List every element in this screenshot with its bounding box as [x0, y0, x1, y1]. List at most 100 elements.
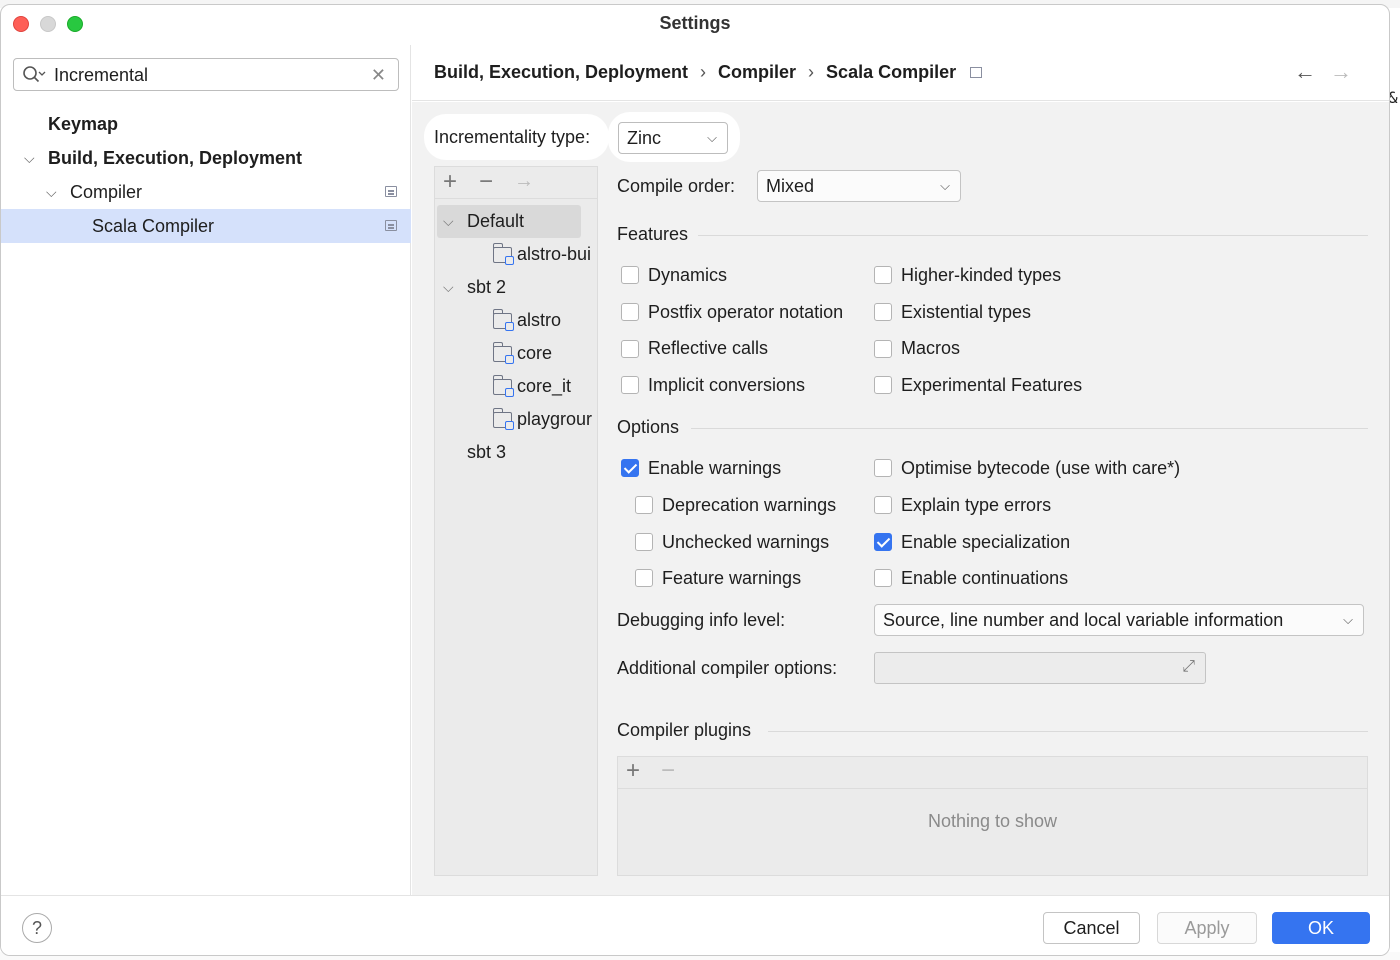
breadcrumb-item[interactable]: Build, Execution, Deployment — [434, 62, 688, 82]
deprecation-warnings-checkbox[interactable] — [635, 496, 653, 514]
settings-sidebar: ✕ Keymap ⌵ Build, Execution, Deployment … — [1, 45, 411, 895]
checkbox-label: Existential types — [901, 302, 1032, 322]
unchecked-warnings-checkbox[interactable] — [635, 533, 653, 551]
checkbox-label: Dynamics — [648, 265, 728, 285]
checkbox-label: Optimise bytecode (use with care*) — [901, 458, 1181, 478]
experimental-features-checkbox[interactable] — [874, 376, 892, 394]
feature-warnings-checkbox[interactable] — [635, 569, 653, 587]
search-icon — [22, 65, 46, 90]
compile-order-value: Mixed — [766, 176, 815, 196]
title-bar[interactable]: Settings — [1, 5, 1389, 45]
checkbox-label: Enable warnings — [648, 458, 782, 478]
sidebar-item-label: Compiler — [70, 182, 143, 202]
cancel-button[interactable]: Cancel — [1043, 912, 1140, 944]
macros-checkbox[interactable] — [874, 340, 892, 358]
forward-arrow-icon[interactable]: → — [1330, 59, 1352, 85]
module-folder-icon — [493, 408, 514, 430]
breadcrumb: Build, Execution, Deployment › Compiler › Sc… — [434, 62, 983, 83]
project-settings-icon — [385, 220, 397, 231]
profile-module-item[interactable]: playgrour — [435, 403, 599, 436]
existential-types-checkbox[interactable] — [874, 303, 892, 321]
checkbox-label: Deprecation warnings — [662, 495, 837, 515]
scala-compiler-settings: Incrementality type: Zinc ⌵ + − → ⌵ Defa… — [412, 102, 1389, 895]
profiles-toolbar: + − → — [435, 167, 597, 199]
dynamics-checkbox[interactable] — [621, 266, 639, 284]
sidebar-item-scala-compiler[interactable]: Scala Compiler — [1, 209, 411, 243]
checkbox-label: Enable continuations — [901, 568, 1069, 588]
additional-options-label: Additional compiler options: — [617, 658, 838, 678]
help-button[interactable]: ? — [22, 913, 52, 943]
postfix-operator-checkbox[interactable] — [621, 303, 639, 321]
checkbox-label: Macros — [901, 338, 961, 358]
profile-item-sbt-3[interactable]: sbt 3 — [435, 436, 599, 469]
implicit-conversions-checkbox[interactable] — [621, 376, 639, 394]
profile-module-item[interactable]: core — [435, 337, 599, 370]
profile-item-sbt-2[interactable]: ⌵ sbt 2 — [435, 271, 599, 304]
profile-label: sbt 2 — [467, 277, 507, 297]
compile-order-select[interactable]: Mixed ⌵ — [757, 170, 961, 202]
breadcrumb-item[interactable]: Compiler — [718, 62, 796, 82]
expand-icon[interactable]: ⤢ — [1182, 658, 1195, 676]
add-icon[interactable]: + — [443, 168, 457, 196]
module-folder-icon — [493, 342, 514, 364]
sidebar-item-build-execution-deployment[interactable]: ⌵ Build, Execution, Deployment — [1, 141, 411, 175]
optimise-bytecode-checkbox[interactable] — [874, 459, 892, 477]
chevron-down-icon[interactable]: ⌵ — [443, 205, 454, 238]
clear-search-icon[interactable]: ✕ — [371, 65, 386, 86]
profile-label: core — [517, 343, 553, 363]
profile-module-item[interactable]: alstro-bui — [435, 238, 599, 271]
back-arrow-icon[interactable]: ← — [1294, 59, 1316, 85]
module-folder-icon — [493, 243, 514, 265]
page-header: Build, Execution, Deployment › Compiler › Sc… — [412, 45, 1389, 101]
higher-kinded-types-checkbox[interactable] — [874, 266, 892, 284]
reflective-calls-checkbox[interactable] — [621, 340, 639, 358]
checkbox-label: Feature warnings — [662, 568, 802, 588]
settings-dialog: Settings ✕ Keymap ⌵ Build, Execution, De… — [0, 4, 1390, 956]
debugging-info-select[interactable]: Source, line number and local variable i… — [874, 604, 1364, 636]
compiler-plugins-list: + − Nothing to show — [617, 756, 1368, 876]
profile-label: core_it — [517, 376, 572, 396]
checkbox-label: Implicit conversions — [648, 375, 806, 395]
explain-type-errors-checkbox[interactable] — [874, 496, 892, 514]
breadcrumb-separator: › — [808, 62, 815, 82]
profile-label: sbt 3 — [467, 442, 507, 462]
sidebar-item-label: Keymap — [48, 114, 119, 134]
enable-specialization-checkbox[interactable] — [874, 533, 892, 551]
enable-warnings-checkbox[interactable] — [621, 459, 639, 477]
remove-icon[interactable]: − — [661, 757, 675, 785]
profile-label: alstro-bui — [517, 244, 592, 264]
section-divider — [768, 731, 1368, 732]
profile-module-item[interactable]: core_it — [435, 370, 599, 403]
options-section-title: Options — [617, 417, 680, 437]
search-input[interactable] — [54, 63, 364, 87]
incrementality-type-value: Zinc — [627, 128, 662, 148]
chevron-down-icon[interactable]: ⌵ — [443, 271, 454, 304]
checkbox-label: Higher-kinded types — [901, 265, 1062, 285]
move-arrow-icon[interactable]: → — [514, 170, 534, 193]
enable-continuations-checkbox[interactable] — [874, 569, 892, 587]
incrementality-type-select[interactable]: Zinc ⌵ — [618, 122, 728, 154]
profile-item-default[interactable]: ⌵ Default — [437, 205, 581, 238]
apply-button[interactable]: Apply — [1157, 912, 1257, 944]
checkbox-label: Unchecked warnings — [662, 532, 830, 552]
chevron-down-icon[interactable]: ⌵ — [24, 141, 35, 175]
remove-icon[interactable]: − — [479, 168, 493, 196]
sidebar-item-label: Build, Execution, Deployment — [48, 148, 303, 168]
breadcrumb-separator: › — [700, 62, 707, 82]
sidebar-item-compiler[interactable]: ⌵ Compiler — [1, 175, 411, 209]
window-title: Settings — [659, 13, 731, 33]
debugging-info-label: Debugging info level: — [617, 610, 786, 630]
additional-options-field[interactable]: ⤢ — [874, 652, 1206, 684]
ok-button[interactable]: OK — [1272, 912, 1370, 944]
search-box[interactable]: ✕ — [13, 58, 399, 91]
chevron-down-icon[interactable]: ⌵ — [46, 175, 57, 209]
chevron-down-icon: ⌵ — [707, 130, 717, 145]
add-icon[interactable]: + — [626, 757, 640, 785]
profile-module-item[interactable]: alstro — [435, 304, 599, 337]
features-section-title: Features — [617, 224, 689, 244]
project-settings-icon — [970, 67, 983, 78]
sidebar-item-keymap[interactable]: Keymap — [1, 107, 411, 141]
checkbox-label: Reflective calls — [648, 338, 769, 358]
empty-state-text: Nothing to show — [927, 811, 1058, 831]
compiler-profiles-panel: + − → ⌵ Default alstro-bui ⌵ sbt 2 alstr… — [434, 166, 598, 876]
